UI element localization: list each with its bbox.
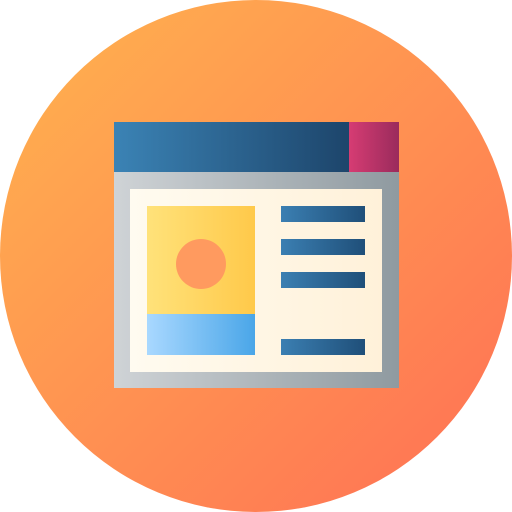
image-card [147,206,255,355]
text-line [281,239,365,255]
window-control [349,122,399,172]
text-line [281,272,365,288]
profile-avatar [176,239,226,289]
text-line [281,339,365,355]
image-card-footer [147,314,255,355]
title-bar [114,122,349,172]
icon-canvas [0,0,512,512]
text-line [281,206,365,222]
browser-window [114,122,399,388]
web-page-layout-icon [0,0,512,512]
